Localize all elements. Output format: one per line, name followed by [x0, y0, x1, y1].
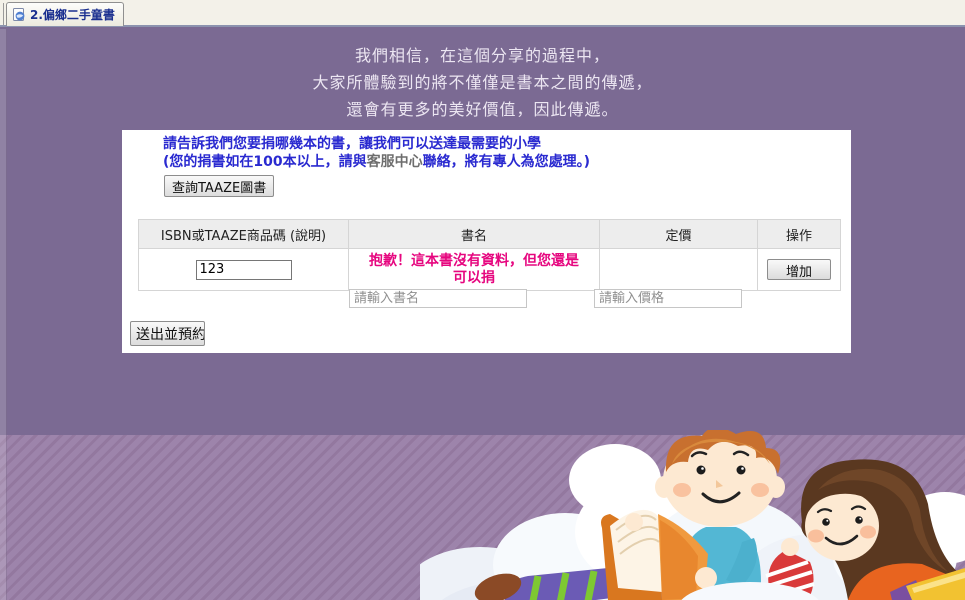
hero-line-1: 我們相信，在這個分享的過程中， — [354, 46, 610, 65]
hero-line-3: 還會有更多的美好價值，因此傳遞。 — [346, 100, 619, 119]
customer-service-link[interactable]: 客服中心 — [367, 154, 423, 170]
instruction-line-1: 請告訴我們您要捐哪幾本的書，讓我們可以送達最需要的小學 — [163, 136, 541, 152]
book-name-cell: 抱歉！這本書沒有資料，但您還是 可以捐 — [348, 248, 600, 291]
isbn-cell — [138, 248, 349, 291]
hero-line-2: 大家所體驗到的將不僅僅是書本之間的傳遞， — [312, 73, 653, 92]
no-data-message-line-2: 可以捐 — [453, 269, 495, 286]
header-price: 定價 — [599, 219, 758, 249]
instruction-line-2: (您的捐書如在100本以上，請與客服中心聯絡，將有專人為您處理。) — [163, 153, 590, 171]
add-button[interactable]: 增加 — [767, 259, 831, 280]
header-action: 操作 — [757, 219, 841, 249]
action-cell: 增加 — [757, 248, 841, 291]
book-entry-table: ISBN或TAAZE商品碼 (說明) 書名 定價 操作 抱歉！這本書沒有資料，但… — [138, 219, 841, 291]
instruction-line-2-prefix: (您的捐書如在100本以上，請與 — [163, 154, 367, 170]
table-header-row: ISBN或TAAZE商品碼 (說明) 書名 定價 操作 — [138, 219, 841, 249]
header-isbn: ISBN或TAAZE商品碼 (說明) — [138, 219, 349, 249]
header-book-name: 書名 — [348, 219, 600, 249]
price-input[interactable] — [594, 289, 742, 308]
girl-hand — [781, 538, 799, 556]
page-left-edge — [0, 29, 7, 600]
children-reading-illustration — [420, 430, 965, 600]
boy-hand — [625, 513, 643, 531]
isbn-input[interactable] — [195, 259, 292, 280]
book-name-input[interactable] — [349, 289, 527, 308]
instruction-line-2-suffix: 聯絡，將有專人為您處理。) — [422, 154, 591, 170]
table-row: 抱歉！這本書沒有資料，但您還是 可以捐 增加 — [138, 248, 841, 291]
window-edge-line — [3, 3, 4, 25]
tab-label: 2.偏鄉二手童書 — [30, 8, 115, 22]
tab-second-hand-books[interactable]: 2.偏鄉二手童書 — [6, 2, 124, 26]
tab-bar: 2.偏鄉二手童書 — [0, 0, 965, 27]
page-icon — [12, 7, 26, 22]
search-taaze-books-button[interactable]: 查詢TAAZE圖書 — [164, 175, 275, 197]
donation-form-panel: 請告訴我們您要捐哪幾本的書，讓我們可以送達最需要的小學 (您的捐書如在100本以… — [122, 130, 851, 353]
price-cell — [599, 248, 758, 291]
no-data-message-line-1: 抱歉！這本書沒有資料，但您還是 — [369, 252, 579, 269]
submit-button[interactable]: 送出並預約 — [130, 321, 205, 346]
